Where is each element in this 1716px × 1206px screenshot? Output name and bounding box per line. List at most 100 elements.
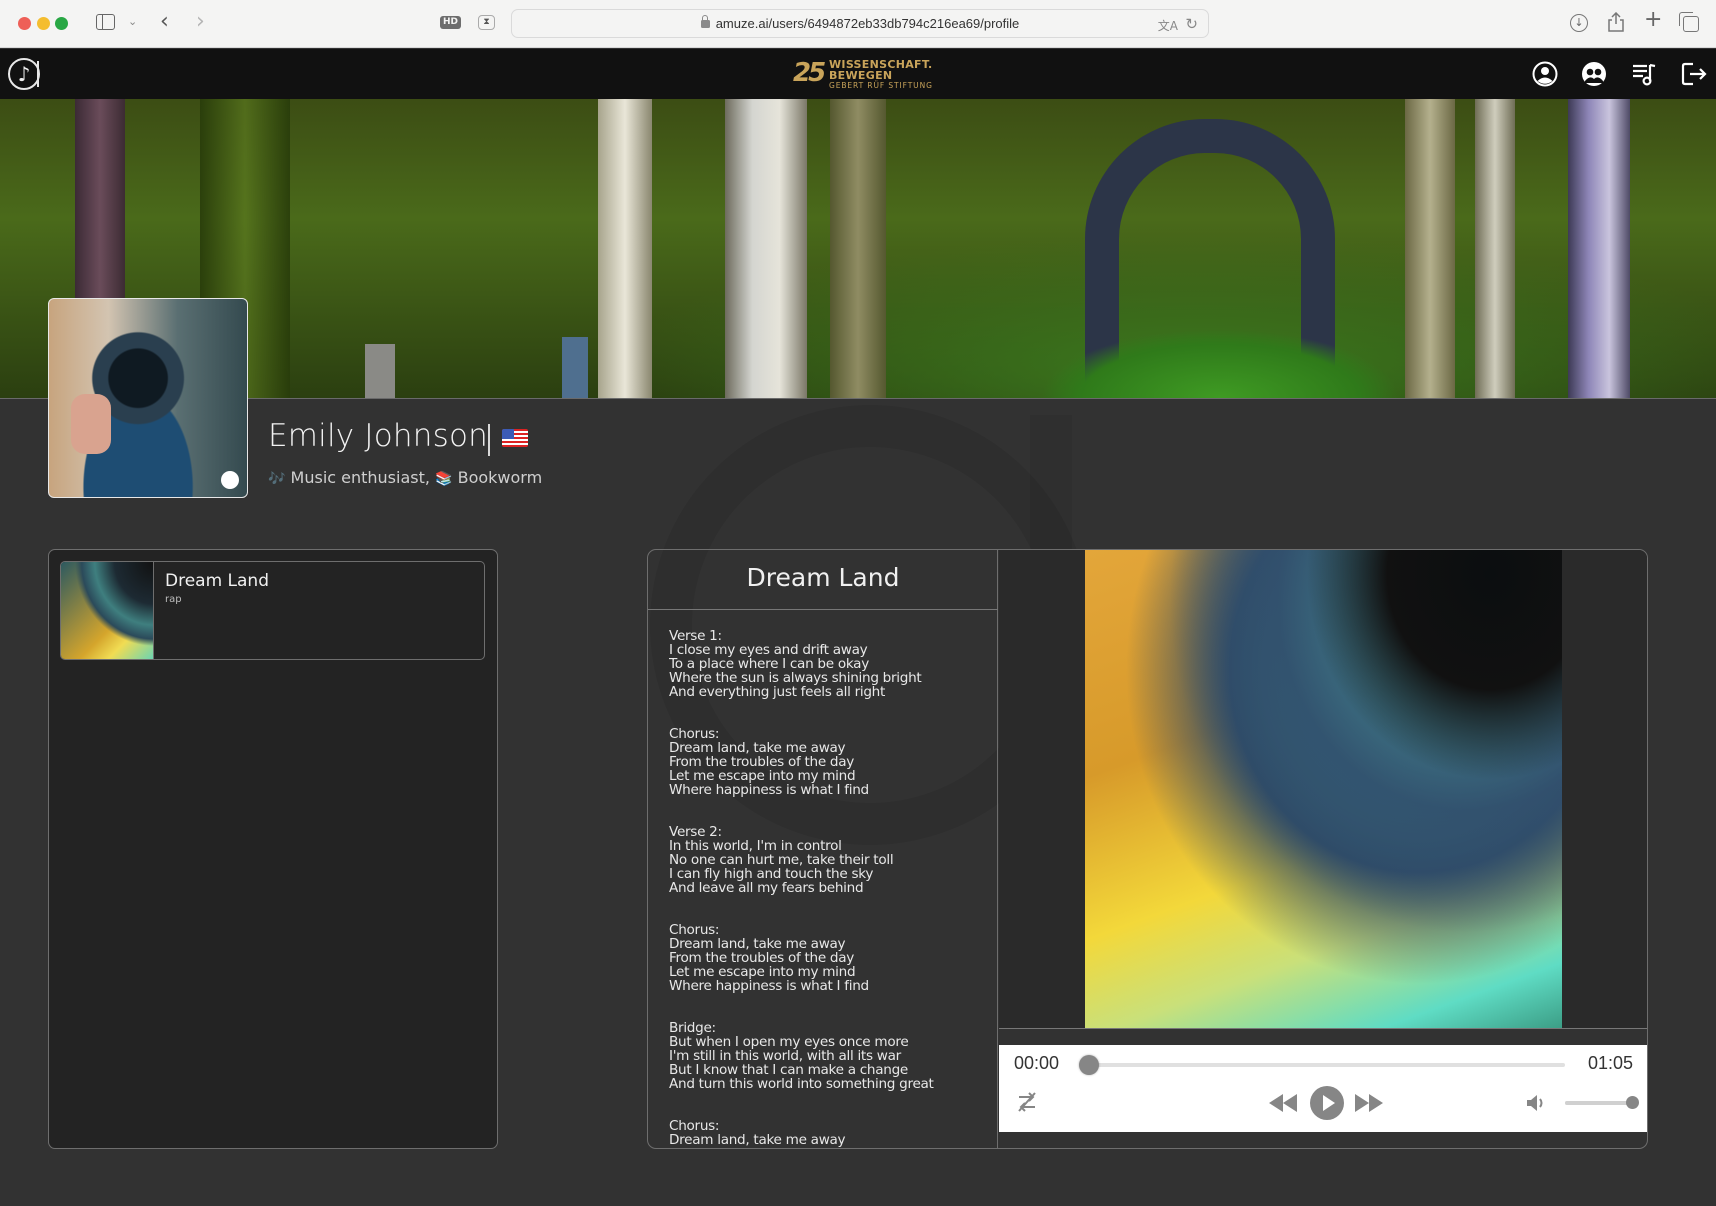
bio-interest-2: Bookworm <box>457 468 543 487</box>
lyric-section: Verse 2: In this world, I'm in control No … <box>669 825 989 895</box>
duration: 01:05 <box>1587 1053 1633 1073</box>
loop-off-icon[interactable] <box>1015 1091 1039 1113</box>
song-genre: rap <box>165 594 182 605</box>
volume-slider[interactable] <box>1565 1096 1639 1109</box>
profile-bio: 🎶 Music enthusiast, 📚 Bookworm <box>268 468 542 487</box>
url-text[interactable]: amuze.ai/users/6494872eb33db794c216ea69/… <box>716 16 1020 31</box>
lyric-line: Let me escape into my mind <box>669 768 856 784</box>
share-icon[interactable] <box>1608 11 1624 36</box>
sponsor-number: 25 <box>793 58 826 88</box>
lyric-section-label: Verse 1: <box>669 629 722 644</box>
volume-icon[interactable] <box>1525 1092 1547 1114</box>
banner-stone <box>562 337 588 398</box>
bio-interest-1: Music enthusiast, <box>290 468 430 487</box>
back-icon[interactable]: ‹ <box>160 11 169 33</box>
lyric-section: Bridge: But when I open my eyes once more… <box>669 1021 989 1091</box>
avatar-photo-detail <box>71 394 111 454</box>
banner-tree <box>725 99 807 398</box>
album-art <box>1085 550 1562 1028</box>
playlist-icon[interactable] <box>1631 61 1657 87</box>
lyric-section-label: Chorus: <box>669 1118 720 1134</box>
lyric-section-label: Chorus: <box>669 726 720 742</box>
lyric-line: And everything just feels all right <box>669 684 886 700</box>
volume-fill <box>1565 1101 1633 1105</box>
lyric-line: Where the sun is always shining bright <box>669 670 922 686</box>
forward-icon[interactable]: › <box>196 11 205 33</box>
lyric-section-label: Bridge: <box>669 1020 716 1036</box>
profile-avatar[interactable] <box>48 298 248 498</box>
music-note-circle-icon[interactable]: ♪ <box>8 58 40 90</box>
lyric-line: But I know that I can make a change <box>669 1062 908 1078</box>
current-time: 00:00 <box>1014 1053 1060 1073</box>
minimize-window-button[interactable] <box>37 17 50 30</box>
rewind-icon[interactable] <box>1269 1094 1297 1112</box>
play-button[interactable] <box>1310 1086 1344 1120</box>
name-separator <box>488 424 490 456</box>
books-icon: 📚 <box>435 471 453 487</box>
progress-bar[interactable] <box>1079 1055 1565 1075</box>
banner-tree <box>598 99 652 398</box>
lyric-line: From the troubles of the day <box>669 1147 989 1148</box>
lyric-line: I'm still in this world, with all its wa… <box>669 1048 901 1064</box>
lyrics-column: Dream Land Verse 1: I close my eyes and d… <box>648 550 998 1148</box>
album-art-area <box>999 550 1647 1028</box>
sidebar-toggle-icon[interactable] <box>96 14 115 30</box>
lyric-line: From the troubles of the day <box>669 950 855 966</box>
lyric-line: Let me escape into my mind <box>669 964 856 980</box>
lyric-line: Dream land, take me away <box>669 1132 846 1148</box>
lyrics-scroll-area[interactable]: Verse 1: I close my eyes and drift away To… <box>669 629 989 1148</box>
banner-tree <box>830 99 886 398</box>
tab-overview-icon[interactable] <box>1679 12 1699 32</box>
banner-tree <box>1475 99 1515 398</box>
fast-forward-icon[interactable] <box>1355 1094 1383 1112</box>
lyric-line: No one can hurt me, take their toll <box>669 852 894 868</box>
browser-toolbar: ⌄ ‹ › HD ⧗ amuze.ai/users/6494872eb33db7… <box>0 0 1716 48</box>
profile-name: Emily Johnson <box>268 418 488 454</box>
banner-tree <box>1568 99 1630 398</box>
logout-icon[interactable] <box>1681 61 1707 87</box>
art-divider <box>999 1028 1647 1029</box>
sponsor-line-3: GEBERT RÜF STIFTUNG <box>829 81 933 90</box>
download-icon[interactable]: ↓ <box>1570 14 1588 32</box>
hourglass-icon[interactable]: ⧗ <box>478 15 495 30</box>
app-navbar: ♪ 25 WISSENSCHAFT. BEWEGEN GEBERT RÜF ST… <box>0 49 1716 99</box>
lyric-section-label: Chorus: <box>669 922 720 938</box>
zoom-window-button[interactable] <box>55 17 68 30</box>
country-flag-icon <box>502 429 528 447</box>
lyric-line: To a place where I can be okay <box>669 656 869 672</box>
lyric-section: Chorus:Dream land, take me awayFrom the … <box>669 923 989 993</box>
online-status-indicator <box>221 471 239 489</box>
translate-icon[interactable]: 文A <box>1158 17 1178 34</box>
banner-divider <box>0 398 1716 399</box>
community-icon[interactable] <box>1581 61 1607 87</box>
hd-icon[interactable]: HD <box>440 16 462 29</box>
now-playing-panel: Dream Land Verse 1: I close my eyes and d… <box>647 549 1648 1149</box>
volume-thumb[interactable] <box>1626 1096 1639 1109</box>
music-notes-icon: 🎶 <box>268 471 286 487</box>
song-list-panel: Dream Land rap <box>48 549 498 1149</box>
profile-icon[interactable] <box>1532 61 1558 87</box>
reload-icon[interactable]: ↻ <box>1185 15 1198 33</box>
song-title: Dream Land <box>165 571 270 591</box>
close-window-button[interactable] <box>18 17 31 30</box>
song-list-item[interactable]: Dream Land rap <box>60 561 485 660</box>
banner-bushes <box>1040 329 1400 398</box>
new-tab-icon[interactable]: + <box>1644 9 1662 31</box>
now-playing-title: Dream Land <box>648 550 998 610</box>
profile-banner <box>0 99 1716 398</box>
banner-tree <box>1405 99 1455 398</box>
lyric-line: But when I open my eyes once more <box>669 1034 909 1050</box>
address-bar[interactable]: amuze.ai/users/6494872eb33db794c216ea69/… <box>511 9 1209 38</box>
progress-thumb[interactable] <box>1079 1055 1099 1075</box>
sponsor-logo[interactable]: 25 WISSENSCHAFT. BEWEGEN GEBERT RÜF STIF… <box>793 57 932 91</box>
lyric-line: Where happiness is what I find <box>669 978 869 994</box>
banner-stone <box>365 344 395 398</box>
lyric-line: In this world, I'm in control <box>669 838 842 854</box>
lyric-line: Where happiness is what I find <box>669 782 869 798</box>
logo-bar <box>37 61 39 87</box>
chevron-down-icon[interactable]: ⌄ <box>128 16 137 27</box>
lyric-section-label: Verse 2: <box>669 824 722 840</box>
lyric-line: From the troubles of the day <box>669 754 855 770</box>
lyric-section: Verse 1: I close my eyes and drift away To… <box>669 629 989 699</box>
lyric-line: I close my eyes and drift away <box>669 642 868 658</box>
